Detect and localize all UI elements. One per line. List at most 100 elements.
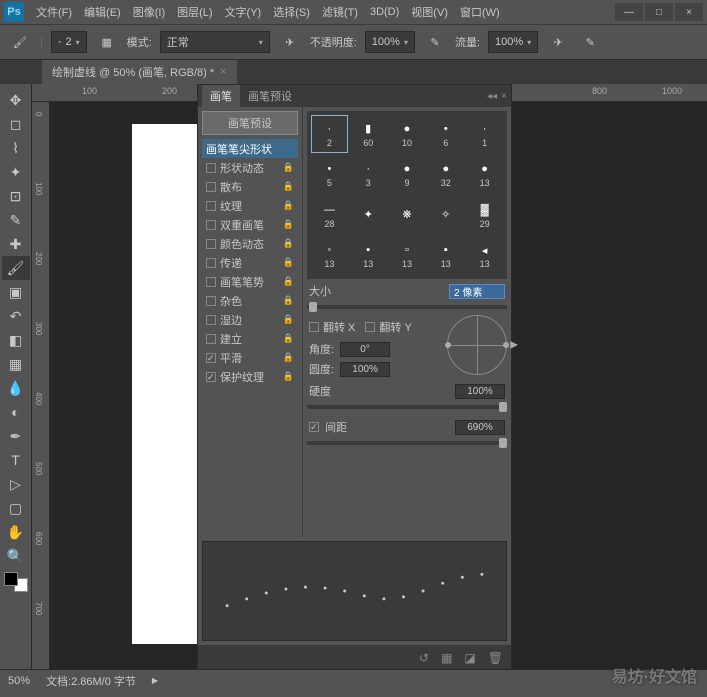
tab-brush-presets[interactable]: 画笔预设 bbox=[240, 85, 300, 107]
checkbox[interactable] bbox=[206, 163, 216, 173]
airbrush-icon[interactable]: ✈ bbox=[278, 30, 302, 54]
airbrush-toggle-icon[interactable]: ✈ bbox=[546, 30, 570, 54]
brush-option-形状动态[interactable]: 形状动态🔒 bbox=[202, 158, 298, 177]
brush-tip[interactable]: ●10 bbox=[389, 115, 426, 153]
brush-tip[interactable]: ▓29 bbox=[466, 196, 503, 234]
maximize-button[interactable]: □ bbox=[645, 3, 673, 21]
brush-tip[interactable]: ▫13 bbox=[389, 237, 426, 275]
brush-option-纹理[interactable]: 纹理🔒 bbox=[202, 196, 298, 215]
checkbox[interactable] bbox=[206, 334, 216, 344]
angle-compass[interactable]: ▶ bbox=[447, 315, 507, 375]
spacing-input[interactable] bbox=[455, 420, 505, 435]
heal-tool[interactable]: ✚ bbox=[2, 232, 30, 256]
wand-tool[interactable]: ✦ bbox=[2, 160, 30, 184]
menu-edit[interactable]: 编辑(E) bbox=[78, 4, 127, 20]
spacing-checkbox[interactable] bbox=[309, 422, 319, 432]
close-button[interactable]: × bbox=[675, 3, 703, 21]
brush-tip[interactable]: ·1 bbox=[466, 115, 503, 153]
brush-tip[interactable]: ◂13 bbox=[466, 237, 503, 275]
menu-window[interactable]: 窗口(W) bbox=[454, 4, 506, 20]
brush-option-颜色动态[interactable]: 颜色动态🔒 bbox=[202, 234, 298, 253]
checkbox[interactable] bbox=[206, 372, 216, 382]
minimize-button[interactable]: — bbox=[615, 3, 643, 21]
menu-3d[interactable]: 3D(D) bbox=[364, 6, 405, 18]
brush-option-保护纹理[interactable]: 保护纹理🔒 bbox=[202, 367, 298, 386]
brush-tip[interactable]: •5 bbox=[311, 156, 348, 194]
brush-tip[interactable]: ▪13 bbox=[350, 237, 387, 275]
marquee-tool[interactable]: ◻ bbox=[2, 112, 30, 136]
pressure-size-icon[interactable]: ✎ bbox=[578, 30, 602, 54]
zoom-tool[interactable]: 🔍 bbox=[2, 544, 30, 568]
hand-tool[interactable]: ✋ bbox=[2, 520, 30, 544]
color-swatches[interactable] bbox=[4, 572, 28, 592]
path-tool[interactable]: ▷ bbox=[2, 472, 30, 496]
brush-tool[interactable]: 🖌 bbox=[2, 256, 30, 280]
move-tool[interactable]: ✥ bbox=[2, 88, 30, 112]
hardness-input[interactable] bbox=[455, 384, 505, 399]
create-brush-icon[interactable]: ◪ bbox=[464, 651, 475, 665]
menu-layer[interactable]: 图层(L) bbox=[171, 4, 218, 20]
mode-selector[interactable]: 正常▾ bbox=[160, 31, 270, 53]
brush-option-画笔笔势[interactable]: 画笔笔势🔒 bbox=[202, 272, 298, 291]
pressure-opacity-icon[interactable]: ✎ bbox=[423, 30, 447, 54]
new-brush-icon[interactable]: ▦ bbox=[441, 651, 452, 665]
brush-tip[interactable]: ✧ bbox=[427, 196, 464, 234]
brush-presets-button[interactable]: 画笔预设 bbox=[202, 111, 298, 135]
spacing-slider[interactable] bbox=[307, 441, 507, 445]
menu-type[interactable]: 文字(Y) bbox=[219, 4, 268, 20]
menu-filter[interactable]: 滤镜(T) bbox=[316, 4, 364, 20]
size-input[interactable] bbox=[449, 284, 505, 299]
crop-tool[interactable]: ⊡ bbox=[2, 184, 30, 208]
document-tab-close[interactable]: × bbox=[220, 66, 226, 78]
dodge-tool[interactable]: ◐ bbox=[2, 400, 30, 424]
checkbox[interactable] bbox=[206, 201, 216, 211]
brush-option-杂色[interactable]: 杂色🔒 bbox=[202, 291, 298, 310]
brush-tip[interactable]: —28 bbox=[311, 196, 348, 234]
trash-icon[interactable]: 🗑 bbox=[488, 651, 503, 665]
brush-option-画笔笔尖形状[interactable]: 画笔笔尖形状 bbox=[202, 139, 298, 158]
menu-image[interactable]: 图像(I) bbox=[127, 4, 171, 20]
stamp-tool[interactable]: ▣ bbox=[2, 280, 30, 304]
checkbox[interactable] bbox=[206, 258, 216, 268]
zoom-level[interactable]: 50% bbox=[8, 675, 30, 687]
checkbox[interactable] bbox=[206, 353, 216, 363]
blur-tool[interactable]: 💧 bbox=[2, 376, 30, 400]
brush-tip[interactable]: ●13 bbox=[466, 156, 503, 194]
checkbox[interactable] bbox=[206, 220, 216, 230]
brush-tip[interactable]: ▪13 bbox=[427, 237, 464, 275]
shape-tool[interactable]: ▢ bbox=[2, 496, 30, 520]
toggle-preview-icon[interactable]: ↺ bbox=[419, 651, 429, 665]
brush-size-selector[interactable]: · 2 ▾ bbox=[51, 31, 87, 53]
brush-tip[interactable]: ·2 bbox=[311, 115, 348, 153]
brush-option-双重画笔[interactable]: 双重画笔🔒 bbox=[202, 215, 298, 234]
brush-tip[interactable]: ·3 bbox=[350, 156, 387, 194]
brush-option-建立[interactable]: 建立🔒 bbox=[202, 329, 298, 348]
eyedropper-tool[interactable]: ✎ bbox=[2, 208, 30, 232]
ruler-vertical[interactable]: 0100200300400500600700 bbox=[32, 102, 50, 669]
flipy-checkbox[interactable] bbox=[365, 322, 375, 332]
brush-tip[interactable]: ●32 bbox=[427, 156, 464, 194]
roundness-input[interactable] bbox=[340, 362, 390, 377]
flipx-checkbox[interactable] bbox=[309, 322, 319, 332]
brush-tip[interactable]: ▮60 bbox=[350, 115, 387, 153]
brush-option-湿边[interactable]: 湿边🔒 bbox=[202, 310, 298, 329]
brush-option-平滑[interactable]: 平滑🔒 bbox=[202, 348, 298, 367]
menu-file[interactable]: 文件(F) bbox=[30, 4, 78, 20]
brush-tip[interactable]: •6 bbox=[427, 115, 464, 153]
brush-tip[interactable]: ●9 bbox=[389, 156, 426, 194]
checkbox[interactable] bbox=[206, 182, 216, 192]
checkbox[interactable] bbox=[206, 315, 216, 325]
menu-select[interactable]: 选择(S) bbox=[267, 4, 316, 20]
tab-brush[interactable]: 画笔 bbox=[202, 85, 240, 107]
brush-panel-toggle[interactable]: ▦ bbox=[95, 30, 119, 54]
checkbox[interactable] bbox=[206, 239, 216, 249]
checkbox[interactable] bbox=[206, 277, 216, 287]
gradient-tool[interactable]: ▦ bbox=[2, 352, 30, 376]
opacity-selector[interactable]: 100%▾ bbox=[365, 31, 415, 53]
brush-tip[interactable]: ◦13 bbox=[311, 237, 348, 275]
panel-collapse-icon[interactable]: ◂◂ bbox=[487, 91, 497, 102]
document-tab[interactable]: 绘制虚线 @ 50% (画笔, RGB/8) * × bbox=[42, 60, 237, 84]
history-brush-tool[interactable]: ↶ bbox=[2, 304, 30, 328]
checkbox[interactable] bbox=[206, 296, 216, 306]
brush-tip[interactable]: ✦ bbox=[350, 196, 387, 234]
